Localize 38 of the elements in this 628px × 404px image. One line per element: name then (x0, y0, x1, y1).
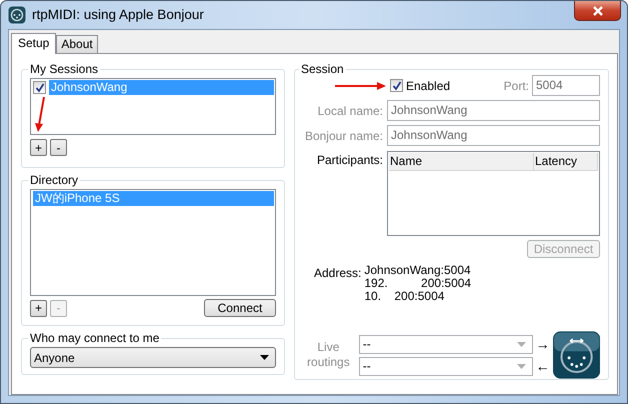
column-header[interactable]: Latency (534, 153, 598, 171)
annotation-arrow (34, 97, 46, 133)
add-button[interactable]: + (30, 300, 47, 316)
participants-table[interactable]: Name Latency (387, 151, 600, 236)
who-may-connect-dropdown[interactable]: Anyone (30, 347, 276, 368)
list-item-checkbox[interactable] (33, 81, 46, 94)
close-icon (592, 6, 604, 16)
address-line: 10. 200:5004 (364, 290, 446, 303)
group-title: Who may connect to me (29, 331, 160, 345)
annotation-arrow (335, 80, 387, 90)
arrow-glyph: ← (536, 359, 550, 373)
live-routings-label: Live routings (306, 340, 351, 370)
tab[interactable]: Setup (11, 33, 56, 54)
column-header[interactable]: Name (389, 153, 534, 171)
field-label: Bonjour name: (304, 128, 384, 144)
tab[interactable]: About (56, 35, 98, 53)
connect-button[interactable]: Connect (204, 299, 276, 317)
close-button[interactable] (574, 1, 621, 21)
address-label: Address: (314, 265, 362, 282)
dropdown-arrow-icon (516, 364, 526, 368)
address-line: 192. 200:5004 (364, 277, 472, 290)
participants-label: Participants: (316, 152, 384, 169)
midi-connector-icon[interactable] (552, 330, 600, 380)
group-title: Directory (29, 173, 80, 187)
group-title: Session (300, 62, 345, 76)
enabled-label: Enabled (406, 78, 450, 94)
dropdown-arrow-icon (260, 355, 269, 360)
remove-button[interactable]: - (50, 139, 67, 156)
port-label: Port: (504, 78, 529, 94)
add-button[interactable]: + (30, 139, 47, 156)
arrow-glyph: → (536, 337, 550, 351)
app-icon (8, 6, 26, 24)
enabled-checkbox[interactable] (390, 79, 403, 92)
address-line: JohnsonWang:5004 (364, 264, 472, 277)
group-title: My Sessions (29, 62, 100, 76)
dropdown-arrow-icon (516, 342, 526, 346)
field-label: Local name: (316, 102, 384, 120)
window-title: rtpMIDI: using Apple Bonjour (32, 6, 204, 24)
